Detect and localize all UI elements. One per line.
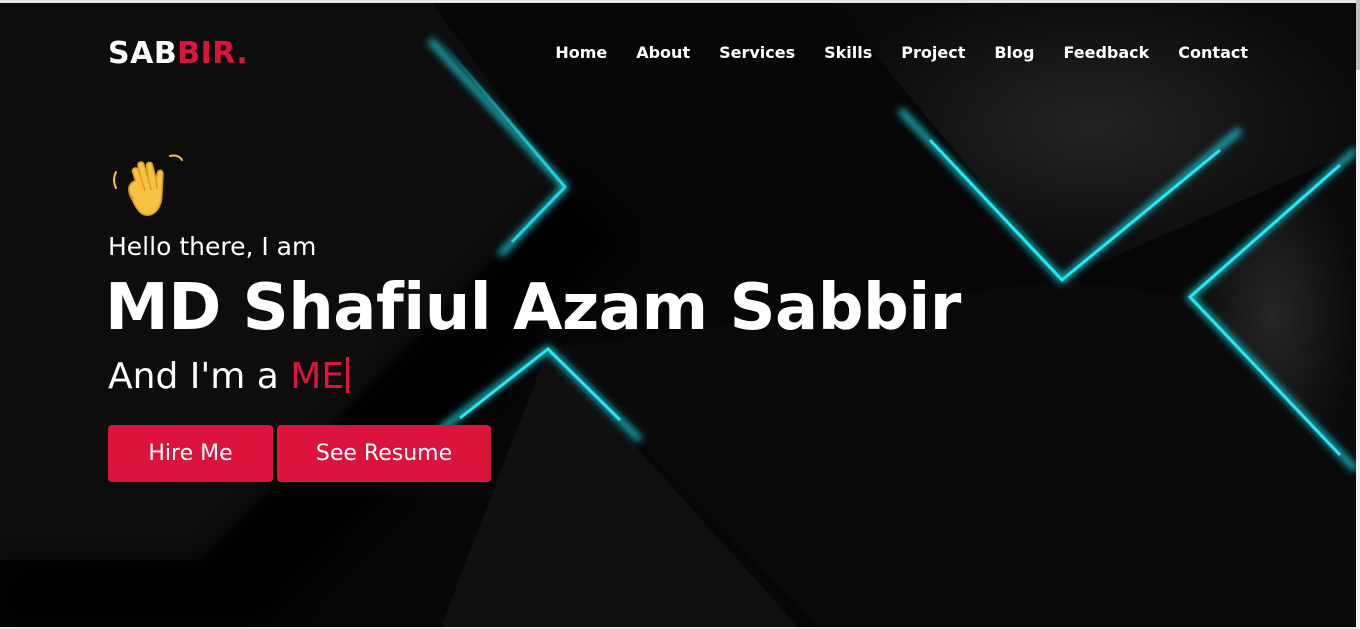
see-resume-button[interactable]: See Resume [277,425,491,482]
navbar: SABBIR. Home About Services Skills Proje… [108,34,1248,74]
nav-link-skills[interactable]: Skills [824,43,872,62]
nav-item-skills: Skills [824,42,872,64]
logo[interactable]: SABBIR. [108,36,248,72]
nav-item-home: Home [555,42,607,64]
hero-buttons: Hire Me See Resume [108,425,491,482]
nav-item-services: Services [719,42,795,64]
nav-link-blog[interactable]: Blog [994,43,1034,62]
hire-me-button[interactable]: Hire Me [108,425,273,482]
logo-text-red: BIR. [177,36,249,71]
nav-link-home[interactable]: Home [555,43,607,62]
hero-name: MD Shafiul Azam Sabbir [105,271,961,345]
nav-item-feedback: Feedback [1063,42,1149,64]
top-border [0,0,1356,3]
nav-link-about[interactable]: About [636,43,690,62]
nav-item-project: Project [901,42,965,64]
nav-link-feedback[interactable]: Feedback [1063,43,1149,62]
nav-item-contact: Contact [1178,42,1248,64]
waving-hand-icon [113,154,183,217]
nav-link-project[interactable]: Project [901,43,965,62]
role-line: And I'm a ME [108,354,350,400]
scrollbar[interactable] [1356,0,1360,629]
hero-page: SABBIR. Home About Services Skills Proje… [0,0,1360,629]
nav-link-services[interactable]: Services [719,43,795,62]
nav-menu: Home About Services Skills Project Blog … [555,42,1248,64]
logo-text-white: SAB [108,36,178,71]
nav-link-contact[interactable]: Contact [1178,43,1248,62]
role-typed-text: ME [290,356,345,397]
scrollbar-thumb[interactable] [1356,0,1360,70]
nav-item-blog: Blog [994,42,1034,64]
nav-item-about: About [636,42,690,64]
greeting-text: Hello there, I am [108,232,317,261]
typing-cursor [346,357,350,393]
role-prefix: And I'm a [108,356,291,397]
